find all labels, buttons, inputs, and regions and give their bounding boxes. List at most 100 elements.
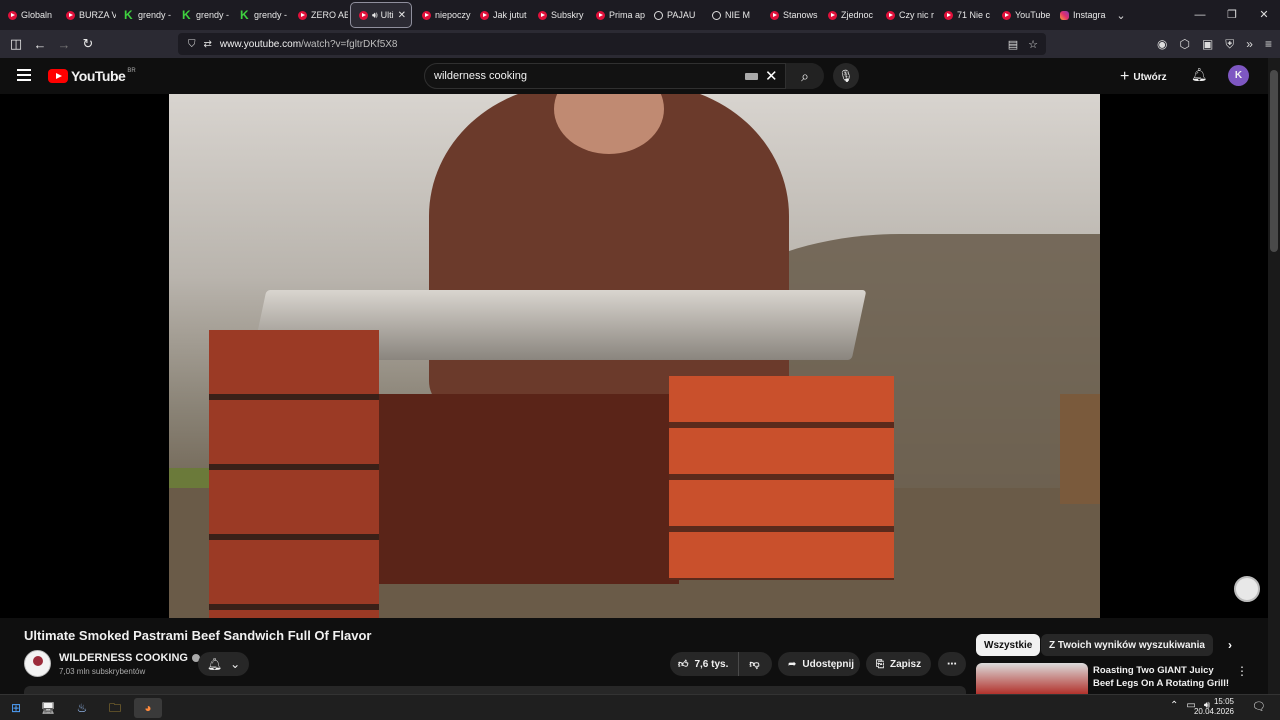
- youtube-favicon-icon: [1002, 10, 1011, 20]
- url-text[interactable]: www.youtube.com/watch?v=fgltrDKf5X8: [220, 39, 398, 50]
- browser-tab[interactable]: NIE M: [704, 0, 762, 30]
- menu-icon[interactable]: ≡: [1265, 37, 1272, 51]
- browser-tab[interactable]: niepoczy: [414, 0, 472, 30]
- window-controls: — ❐ ✕: [1184, 0, 1280, 30]
- create-button[interactable]: + Utwórz: [1120, 68, 1167, 86]
- youtube-logo[interactable]: YouTube BR: [48, 68, 136, 84]
- sidebar-toggle-icon[interactable]: ◫: [4, 36, 28, 52]
- tab-label: Prima ap: [609, 10, 646, 20]
- video-scene-stump: [1060, 394, 1100, 504]
- share-button[interactable]: ➦ Udostępnij: [778, 652, 860, 676]
- tab-label: Zjednoc: [841, 10, 874, 20]
- browser-tab[interactable]: Jak jutut: [472, 0, 530, 30]
- tab-label: Czy nic r: [899, 10, 935, 20]
- tab-overflow-chevron-icon[interactable]: ⌄: [1110, 9, 1132, 22]
- browser-tab[interactable]: Kgrendy -: [174, 0, 232, 30]
- like-button[interactable]: 👍︎ 7,6 tys.: [670, 652, 740, 676]
- youtube-favicon-icon: [886, 10, 895, 20]
- taskbar-steam-icon[interactable]: ♨: [72, 698, 92, 718]
- clock[interactable]: 15:05 20.04.2026: [1194, 697, 1234, 717]
- tab-list: Globaln BURZA V Kgrendy - Kgrendy - Kgrendy …: [0, 0, 1110, 30]
- ublock-icon[interactable]: ⛨: [1225, 37, 1234, 52]
- windows-start-icon[interactable]: ⊞: [6, 698, 26, 718]
- browser-tab[interactable]: Kgrendy -: [232, 0, 290, 30]
- channel-avatar[interactable]: [24, 650, 51, 677]
- permissions-icon[interactable]: ⇄: [204, 39, 212, 50]
- search-input[interactable]: wilderness cooking: [434, 70, 527, 82]
- thumbs-up-icon: 👍︎: [678, 659, 689, 670]
- search-box[interactable]: wilderness cooking ✕ ⌕: [424, 63, 824, 89]
- browser-tab[interactable]: Globaln: [0, 0, 58, 30]
- chip-from-search[interactable]: Z Twoich wyników wyszukiwania: [1041, 634, 1213, 656]
- toolbar-extensions: ◉ ⬡ ▣ ⛨ » ≡: [1157, 30, 1272, 58]
- maximize-icon[interactable]: ❐: [1216, 0, 1248, 30]
- tray-chevron-up-icon[interactable]: ⌃: [1170, 700, 1178, 711]
- browser-tab[interactable]: ZERO AB: [290, 0, 348, 30]
- notification-center-icon[interactable]: 🗨︎: [1252, 700, 1266, 713]
- save-button[interactable]: ⎘ Zapisz: [866, 652, 931, 676]
- description-box[interactable]: [24, 686, 966, 694]
- address-bar[interactable]: ⛉ ⇄ www.youtube.com/watch?v=fgltrDKf5X8 …: [178, 33, 1046, 55]
- tab-audio-icon[interactable]: 🔊︎: [372, 10, 378, 21]
- browser-tab[interactable]: 🔊︎ Ulti ✕: [350, 2, 412, 28]
- overflow-chevrons-icon[interactable]: »: [1246, 37, 1253, 51]
- browser-tab[interactable]: Czy nic r: [878, 0, 936, 30]
- tab-close-icon[interactable]: ✕: [398, 10, 406, 21]
- browser-tab[interactable]: Subskry: [530, 0, 588, 30]
- browser-tab[interactable]: Stanows: [762, 0, 820, 30]
- youtube-favicon-icon: [480, 10, 489, 20]
- browser-tab[interactable]: BURZA V: [58, 0, 116, 30]
- search-button[interactable]: ⌕: [785, 63, 824, 89]
- browser-tab[interactable]: Instagra: [1052, 0, 1110, 30]
- adblock-icon[interactable]: ▣: [1202, 37, 1213, 51]
- taskbar-firefox-icon[interactable]: ◕: [134, 698, 162, 718]
- subscription-bell-button[interactable]: 🔔︎ ⌄: [198, 652, 249, 676]
- keyboard-icon[interactable]: [745, 73, 758, 80]
- extension-icon[interactable]: ◉: [1157, 37, 1167, 51]
- taskbar-app-monitor-icon[interactable]: 🖥︎: [38, 698, 58, 718]
- close-window-icon[interactable]: ✕: [1248, 0, 1280, 30]
- clear-search-icon[interactable]: ✕: [765, 67, 778, 85]
- next-video-thumbnail[interactable]: [976, 663, 1088, 694]
- browser-tab[interactable]: PAJAU: [646, 0, 704, 30]
- bookmark-icon: ⎘: [876, 658, 884, 670]
- minimize-icon[interactable]: —: [1184, 0, 1216, 30]
- channel-watermark-logo[interactable]: [1234, 576, 1260, 602]
- chips-next-chevron-icon[interactable]: ›: [1220, 634, 1240, 656]
- forward-icon[interactable]: →: [52, 37, 76, 52]
- browser-tab[interactable]: 71 Nie c: [936, 0, 994, 30]
- reader-view-icon[interactable]: ▤: [1008, 38, 1018, 51]
- reload-icon[interactable]: ↻: [76, 36, 100, 52]
- video-frame[interactable]: [169, 94, 1100, 618]
- account-avatar[interactable]: K: [1228, 65, 1249, 86]
- notifications-bell-icon[interactable]: 🔔︎: [1191, 67, 1208, 83]
- like-dislike-group: 👍︎ 7,6 tys. 👎︎: [670, 652, 772, 676]
- taskbar-file-explorer-icon[interactable]: 🗀: [105, 698, 125, 718]
- youtube-favicon-icon: [359, 10, 368, 20]
- scrollbar-thumb[interactable]: [1270, 70, 1278, 252]
- extensions-puzzle-icon[interactable]: ⬡: [1179, 37, 1189, 51]
- shield-icon[interactable]: ⛉: [188, 39, 196, 50]
- voice-search-mic-icon[interactable]: 🎙︎: [833, 63, 859, 89]
- browser-tab[interactable]: Prima ap: [588, 0, 646, 30]
- channel-name[interactable]: WILDERNESS COOKING: [59, 652, 200, 664]
- chip-all[interactable]: Wszystkie: [976, 634, 1041, 656]
- page-scrollbar[interactable]: [1268, 58, 1280, 694]
- back-icon[interactable]: ←: [28, 37, 52, 52]
- bookmark-star-icon[interactable]: ☆: [1028, 38, 1038, 51]
- browser-tab[interactable]: Zjednoc: [820, 0, 878, 30]
- more-actions-button[interactable]: ⋯: [938, 652, 966, 676]
- hamburger-menu-icon[interactable]: [17, 69, 31, 81]
- tab-label: Globaln: [21, 10, 53, 20]
- dislike-button[interactable]: 👎︎: [739, 658, 769, 670]
- tab-label: NIE M: [725, 10, 751, 20]
- bell-icon: 🔔︎: [206, 657, 223, 671]
- next-video-menu-icon[interactable]: ⋮: [1236, 664, 1248, 678]
- thumbs-down-icon: 👎︎: [749, 659, 760, 670]
- browser-tab[interactable]: Kgrendy -: [116, 0, 174, 30]
- browser-tab[interactable]: YouTube: [994, 0, 1052, 30]
- next-video-title[interactable]: Roasting Two GIANT Juicy Beef Legs On A …: [1093, 664, 1233, 690]
- tab-label: Jak jutut: [493, 10, 527, 20]
- video-player[interactable]: [0, 94, 1268, 618]
- browser-tab-strip: Globaln BURZA V Kgrendy - Kgrendy - Kgrendy …: [0, 0, 1280, 30]
